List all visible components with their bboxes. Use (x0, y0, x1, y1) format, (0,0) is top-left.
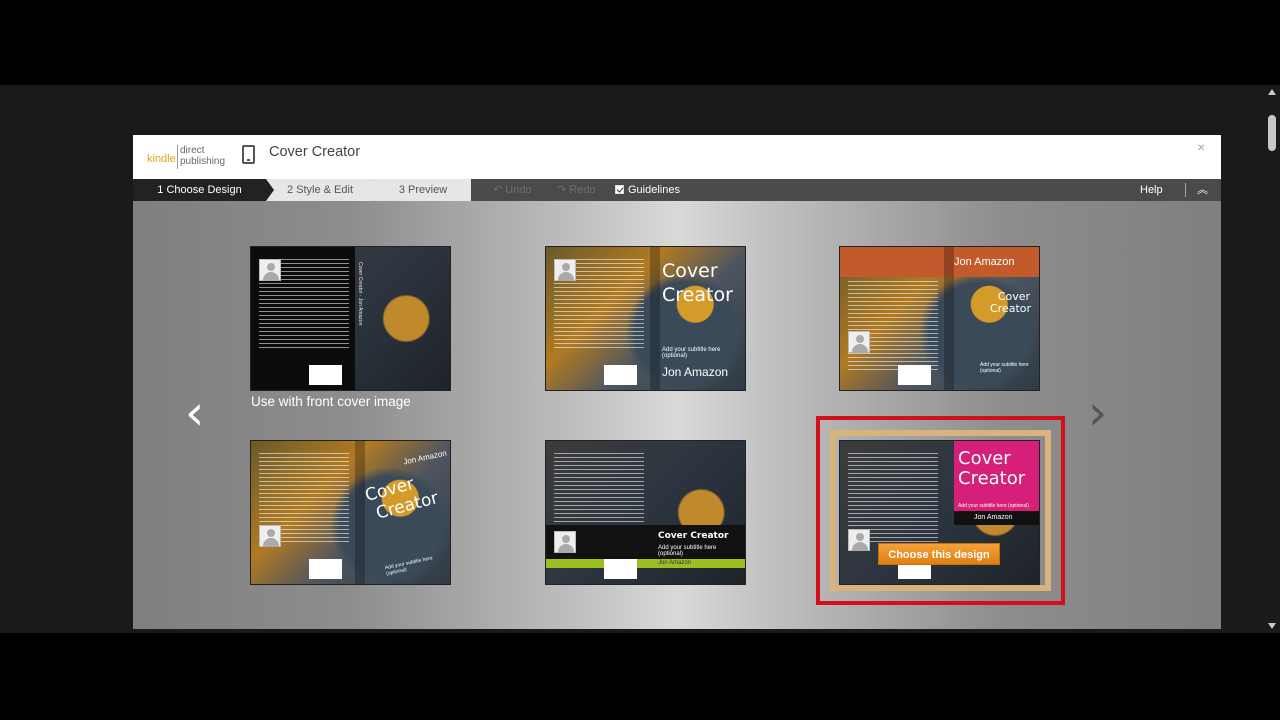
logo-kindle: kindle (147, 153, 176, 165)
design-thumbnail-4[interactable]: Jon Amazon Cover Creator Add your subtit… (250, 440, 451, 585)
spine-text: Cover Creator · Jon Amazon (357, 262, 363, 326)
front-title: Cover Creator (958, 449, 1025, 489)
front-title: Cover Creator (662, 259, 733, 307)
barcode-box (898, 365, 931, 385)
front-title: Cover Creator (990, 291, 1032, 315)
guidelines-checkbox[interactable] (615, 185, 624, 194)
scroll-up-icon[interactable] (1268, 89, 1276, 95)
step-choose-design[interactable]: 1 Choose Design (133, 179, 274, 201)
design-thumbnail-1[interactable]: Cover Creator · Jon Amazon (250, 246, 451, 391)
guidelines-label: Guidelines (628, 184, 680, 196)
scroll-thumb[interactable] (1268, 115, 1276, 151)
dialog-header: kindle direct publishing Cover Creator × (133, 135, 1221, 179)
front-subtitle: Add your subtitle here (optional) (958, 503, 1029, 509)
barcode-box (604, 559, 637, 579)
front-title-line1: Cover (958, 448, 1011, 469)
spine (944, 247, 954, 390)
front-title-line2: Creator (662, 284, 733, 306)
front-title: Cover Creator (658, 531, 729, 541)
redo-button[interactable]: ↷ Redo (557, 179, 596, 201)
logo-publishing: publishing (180, 156, 226, 167)
cover-creator-dialog: kindle direct publishing Cover Creator ×… (133, 135, 1221, 629)
choose-this-design-button[interactable]: Choose this design (878, 543, 1000, 565)
front-subtitle: Add your subtitle here (optional) (384, 555, 434, 578)
tablet-icon (242, 145, 255, 164)
guidelines-toggle[interactable]: Guidelines (615, 179, 680, 201)
toolbar-divider (1185, 183, 1186, 197)
letterbox-top (0, 0, 1280, 85)
design-gallery: ‹ › Cover Creator · Jon Amazon Use with … (133, 201, 1221, 629)
front-title-line2: Creator (958, 468, 1026, 489)
back-text (848, 281, 938, 371)
design-thumbnail-3[interactable]: Jon Amazon Cover Creator Add your subtit… (839, 246, 1040, 391)
barcode-box (309, 365, 342, 385)
spine (650, 247, 660, 390)
letterbox-bottom (0, 633, 1280, 720)
design-thumbnail-5[interactable]: Cover Creator Add your subtitle here (op… (545, 440, 746, 585)
front-author: Jon Amazon (662, 365, 729, 379)
front-subtitle: Add your subtitle here (optional) (980, 362, 1029, 374)
help-link[interactable]: Help (1140, 179, 1163, 201)
design-1-caption: Use with front cover image (251, 394, 411, 409)
front-author: Jon Amazon (974, 514, 1013, 521)
front-author: Jon Amazon (402, 448, 448, 467)
dialog-title: Cover Creator (269, 144, 361, 160)
barcode-box (604, 365, 637, 385)
author-photo-icon (259, 525, 281, 547)
logo-separator (177, 145, 178, 169)
spine (355, 441, 365, 584)
barcode-box (309, 559, 342, 579)
next-arrow-icon[interactable]: › (1088, 389, 1107, 437)
kdp-logo: kindle direct publishing (147, 142, 229, 172)
undo-button[interactable]: ↶ Undo (493, 179, 532, 201)
logo-direct: direct (180, 145, 205, 156)
page-scrollbar[interactable] (1264, 85, 1280, 633)
author-photo-icon (848, 331, 870, 353)
step-preview[interactable]: 3 Preview (374, 179, 471, 201)
front-author: Jon Amazon (658, 560, 692, 566)
front-title-line1: Cover (662, 260, 718, 282)
author-band (546, 559, 745, 568)
front-title-line2: Creator (990, 302, 1032, 315)
front-author: Jon Amazon (954, 256, 1015, 268)
back-cover (251, 247, 355, 390)
step-style-edit[interactable]: 2 Style & Edit (266, 179, 382, 201)
prev-arrow-icon[interactable]: ‹ (185, 389, 204, 437)
front-subtitle: Add your subtitle here (optional) (658, 545, 717, 557)
author-photo-icon (554, 531, 576, 553)
front-title: Cover Creator (363, 469, 440, 526)
author-photo-icon (259, 259, 281, 281)
collapse-icon[interactable]: ︽ (1197, 183, 1208, 197)
author-photo-icon (554, 259, 576, 281)
close-icon[interactable]: × (1197, 139, 1205, 155)
front-subtitle: Add your subtitle here (optional) (662, 347, 721, 359)
scroll-down-icon[interactable] (1268, 623, 1276, 629)
wizard-toolbar: 1 Choose Design 2 Style & Edit 3 Preview… (133, 179, 1221, 201)
design-thumbnail-2[interactable]: Cover Creator Add your subtitle here (op… (545, 246, 746, 391)
author-photo-icon (848, 529, 870, 551)
